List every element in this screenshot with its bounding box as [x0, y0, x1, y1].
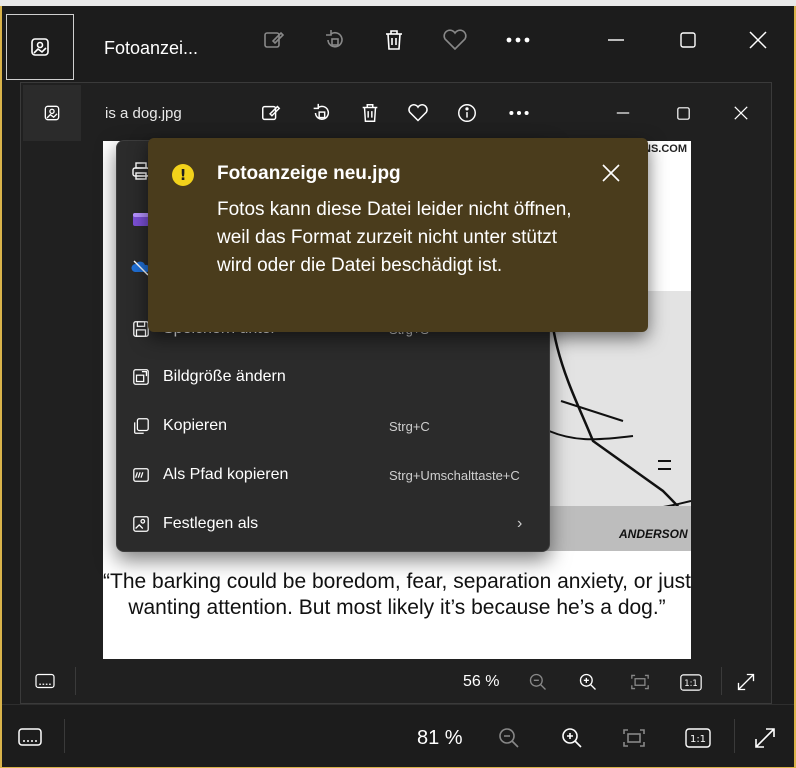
outer-footer-bar: 81 % 1:1 — [2, 704, 794, 767]
copy-path-icon — [131, 465, 151, 485]
maximize-icon — [680, 32, 696, 48]
outer-title-bar: Fotoanzei... — [2, 6, 794, 80]
outer-edit-button[interactable] — [258, 24, 290, 56]
svg-text:1:1: 1:1 — [684, 677, 698, 687]
chevron-right-icon: › — [517, 515, 523, 532]
more-icon — [506, 37, 530, 43]
trash-icon — [362, 104, 378, 122]
outer-fullscreen-button[interactable] — [750, 723, 780, 753]
inner-zoom-in-button[interactable] — [575, 669, 601, 695]
svg-text:1:1: 1:1 — [690, 734, 706, 745]
menu-item-set-as[interactable]: Festlegen als › — [117, 500, 549, 548]
minimize-icon — [608, 39, 624, 41]
outer-zoom-in-button[interactable] — [557, 723, 587, 753]
maximize-icon — [676, 106, 690, 120]
toast-message: Fotos kann diese Datei leider nicht öffn… — [217, 199, 572, 276]
heart-icon — [443, 29, 467, 51]
minimize-icon — [616, 112, 630, 114]
close-icon — [749, 31, 767, 49]
close-icon — [602, 164, 620, 182]
menu-item-copy[interactable]: Kopieren Strg+C — [117, 402, 549, 450]
outer-favorite-button[interactable] — [438, 24, 472, 56]
actual-size-icon: 1:1 — [680, 673, 702, 691]
outer-maximize-button[interactable] — [672, 24, 704, 56]
footer-divider — [721, 667, 722, 695]
inner-close-button[interactable] — [727, 99, 755, 127]
menu-item-label: Festlegen als — [163, 515, 259, 532]
outer-minimize-button[interactable] — [600, 24, 632, 56]
filmstrip-icon — [18, 728, 42, 746]
zoom-out-icon — [499, 728, 519, 748]
zoom-out-icon — [529, 673, 546, 690]
rotate-icon — [313, 103, 330, 120]
more-icon — [509, 110, 529, 116]
gallery-icon — [31, 38, 49, 56]
outer-zoom-level: 81 % — [417, 727, 463, 749]
resize-icon — [131, 367, 151, 387]
rotate-icon — [326, 30, 343, 48]
menu-item-shortcut: Strg+C — [389, 418, 430, 434]
outer-close-button[interactable] — [742, 24, 774, 56]
menu-item-resize[interactable]: Bildgröße ändern — [117, 353, 549, 401]
close-icon — [734, 106, 748, 120]
trash-icon — [386, 30, 402, 50]
edit-image-icon — [262, 105, 281, 121]
menu-item-copy-path[interactable]: Als Pfad kopieren Strg+Umschalttaste+C — [117, 451, 549, 499]
outer-more-button[interactable] — [502, 24, 534, 56]
menu-item-label: Bildgröße ändern — [163, 368, 286, 385]
outer-window-title: Fotoanzei... — [104, 38, 199, 58]
inner-zoom-out-button[interactable] — [525, 669, 551, 695]
inner-fit-button[interactable] — [627, 669, 653, 695]
cartoon-caption: “The barking could be boredom, fear, sep… — [103, 570, 691, 619]
menu-item-shortcut: Strg+Umschalttaste+C — [389, 467, 520, 483]
inner-rotate-button[interactable] — [307, 99, 335, 127]
info-icon — [458, 104, 476, 122]
fit-to-window-icon — [631, 674, 649, 690]
inner-footer-bar: 56 % 1:1 — [21, 659, 771, 703]
toast-close-button[interactable] — [598, 160, 624, 186]
footer-divider — [75, 667, 76, 695]
zoom-in-icon — [562, 728, 582, 748]
inner-fullscreen-button[interactable] — [733, 669, 759, 695]
outer-rotate-button[interactable] — [318, 24, 350, 56]
outer-fit-button[interactable] — [619, 723, 649, 753]
set-as-icon — [131, 514, 151, 534]
copy-icon — [131, 416, 151, 436]
warning-icon: ! — [172, 164, 194, 186]
inner-window-title: is a dog.jpg — [105, 105, 182, 122]
fullscreen-icon — [755, 728, 775, 748]
outer-filmstrip-button[interactable] — [14, 723, 46, 751]
inner-edit-button[interactable] — [257, 99, 285, 127]
inner-gallery-button[interactable] — [23, 85, 81, 141]
error-toast: ! Fotoanzeige neu.jpg Fotos kann diese D… — [148, 138, 648, 332]
inner-minimize-button[interactable] — [609, 99, 637, 127]
inner-maximize-button[interactable] — [669, 99, 697, 127]
footer-divider — [734, 719, 735, 753]
fullscreen-icon — [737, 673, 755, 691]
footer-divider — [64, 719, 65, 753]
inner-more-button[interactable] — [505, 99, 533, 127]
fit-to-window-icon — [623, 729, 645, 747]
inner-favorite-button[interactable] — [404, 99, 432, 127]
inner-zoom-level: 56 % — [463, 673, 500, 690]
cartoon-signature: ANDERSON — [619, 527, 688, 541]
edit-image-icon — [264, 31, 285, 48]
outer-zoom-out-button[interactable] — [494, 723, 524, 753]
heart-icon — [408, 104, 428, 122]
outer-actual-size-button[interactable]: 1:1 — [682, 723, 714, 753]
menu-item-label: Als Pfad kopieren — [163, 466, 289, 483]
toast-title: Fotoanzeige neu.jpg — [217, 163, 401, 184]
inner-info-button[interactable] — [453, 99, 481, 127]
inner-title-bar: is a dog.jpg — [21, 83, 771, 141]
filmstrip-icon — [35, 673, 55, 689]
outer-gallery-button[interactable] — [6, 14, 74, 80]
inner-actual-size-button[interactable]: 1:1 — [677, 669, 705, 695]
outer-delete-button[interactable] — [378, 24, 410, 56]
menu-item-label: Kopieren — [163, 417, 228, 434]
gallery-icon — [44, 105, 60, 121]
inner-delete-button[interactable] — [356, 99, 384, 127]
inner-filmstrip-button[interactable] — [31, 669, 59, 693]
actual-size-icon: 1:1 — [685, 728, 711, 748]
zoom-in-icon — [579, 673, 596, 690]
